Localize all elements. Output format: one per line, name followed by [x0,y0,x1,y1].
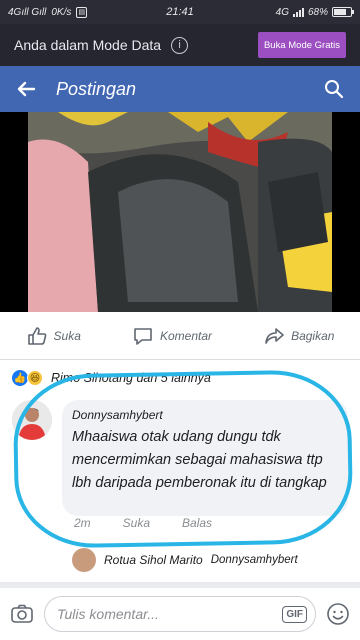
share-label: Bagikan [291,328,335,343]
data-mode-text: Anda dalam Mode Data [14,37,162,53]
comment-time: 2m [74,516,91,530]
like-button[interactable]: Suka [26,325,81,347]
media-letterbox-left [0,112,28,312]
status-bar: 4Gıll Gıll 0K/s ▤ 21:41 4G 68% [0,0,360,24]
comment-input[interactable] [57,606,283,622]
clock: 21:41 [166,6,194,18]
search-icon[interactable] [324,79,344,99]
comment-bubble[interactable]: Donnysamhybert Mhaaiswa otak udang dungu… [62,400,348,516]
reply-author: Rotua Sihol Marito [104,553,203,567]
comment-input-wrap: GIF [44,596,316,632]
gif-button[interactable]: GIF [282,605,307,623]
avatar-image [12,400,52,440]
share-button[interactable]: Bagikan [263,325,334,347]
like-reaction-icon: 👍 [12,370,28,386]
page-title: Postingan [56,78,137,99]
like-label: Suka [53,328,81,343]
comment-meta: 2m Suka Balas [74,516,212,530]
post-video[interactable] [28,112,332,312]
comment-composer: GIF [0,588,360,640]
camera-icon[interactable] [10,602,34,626]
post-actions: Suka Komentar Bagikan [0,312,360,360]
app-header: Postingan [0,66,360,112]
info-icon[interactable]: i [171,36,189,54]
comment-reply-link[interactable]: Balas [182,516,212,530]
comment-button[interactable]: Komentar [132,325,212,347]
back-arrow-icon[interactable] [16,79,36,99]
data-mode-banner: Anda dalam Mode Data i Buka Mode Gratis [0,24,360,66]
reply-preview[interactable]: Rotua Sihol Marito Donnysamhybert [72,548,298,572]
free-mode-button[interactable]: Buka Mode Gratis [257,32,346,58]
reaction-names: Rimo Sihotang dan 5 lainnya [51,371,211,385]
battery-icon [332,7,354,17]
crowd-image [28,112,332,312]
thumbs-up-icon [27,326,46,345]
comment-author[interactable]: Donnysamhybert [72,408,338,422]
reply-snippet: Donnysamhybert [210,554,298,566]
comment-label: Komentar [159,328,212,343]
haha-reaction-icon: 😆 [27,370,43,386]
comment-icon [134,327,152,345]
avatar[interactable] [12,400,52,440]
comment-text: Mhaaiswa otak udang dungu tdk mencermimk… [72,429,327,491]
reply-avatar [72,548,96,572]
media-letterbox-right [332,112,360,312]
reaction-summary[interactable]: 👍 😆 Rimo Sihotang dan 5 lainnya [12,368,211,388]
comment-like-link[interactable]: Suka [123,516,150,530]
emoji-icon[interactable] [326,602,350,626]
share-icon [265,327,284,344]
